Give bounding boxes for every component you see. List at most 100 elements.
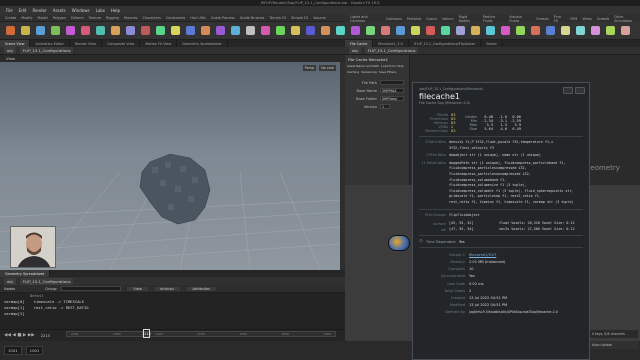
shelf-tab[interactable]: Terrain FX xyxy=(269,16,286,20)
auto-update-menu[interactable]: Auto Update xyxy=(590,341,638,349)
shelf-tool-icon[interactable] xyxy=(126,26,135,35)
sheet-path-file[interactable]: FLIP_15.1_Configurations xyxy=(19,277,74,285)
shelf-tool-icon[interactable] xyxy=(261,26,270,35)
shelf-tab[interactable]: Simple FX xyxy=(291,16,308,20)
file-path-field[interactable] xyxy=(380,80,404,85)
menu-render[interactable]: Render xyxy=(32,8,46,13)
shelf-tool-icon[interactable] xyxy=(426,26,435,35)
tab-load-from-disk[interactable]: Load from Disk xyxy=(381,64,404,68)
shelf-tool-icon[interactable] xyxy=(111,26,120,35)
shelf-tab[interactable]: Create xyxy=(5,16,16,20)
right-path-node[interactable]: obj xyxy=(349,47,361,54)
shelf-tool-icon[interactable] xyxy=(486,26,495,35)
shelf-tab[interactable]: Collisions xyxy=(386,17,402,21)
version-field[interactable]: 1 xyxy=(380,104,390,109)
shelf-tool-icon[interactable] xyxy=(621,26,630,35)
shelf-tool-icon[interactable] xyxy=(66,26,75,35)
right-path-file[interactable]: FLIP_15.1_Configurations xyxy=(364,47,419,54)
shelf-tab[interactable]: Vellum xyxy=(442,17,453,21)
tab-flip-solver[interactable]: /FLIP_15.1_Configurations/FlipSolver xyxy=(409,40,482,47)
view-menu[interactable]: View xyxy=(127,286,148,291)
shelf-tool-icon[interactable] xyxy=(186,26,195,35)
tab-composite-view[interactable]: Composite View xyxy=(102,40,141,47)
sheet-path-node[interactable]: obj xyxy=(4,277,16,285)
tab-geometry-spreadsheet[interactable]: Geometry Spreadsheet xyxy=(177,40,228,47)
range-start-field[interactable]: 1001 xyxy=(4,346,22,355)
shelf-tab[interactable]: Constraints xyxy=(166,16,185,20)
shelf-tool-icon[interactable] xyxy=(516,26,525,35)
filecache-node[interactable] xyxy=(388,235,410,251)
shelf-tool-icon[interactable] xyxy=(381,26,390,35)
tab-solver[interactable]: Solver xyxy=(481,40,503,47)
shelf-tab[interactable]: Model xyxy=(38,16,48,20)
range-end-field[interactable]: 1001 xyxy=(25,346,44,355)
shelf-tab[interactable]: Muscles xyxy=(124,16,138,20)
tab-spreadsheet[interactable]: Geometry Spreadsheet xyxy=(0,270,51,277)
menu-edit[interactable]: Edit xyxy=(19,8,27,13)
shelf-tool-icon[interactable] xyxy=(411,26,420,35)
timeline-cursor[interactable]: 2215 xyxy=(142,329,151,338)
shelf-tool-icon[interactable] xyxy=(501,26,510,35)
menu-labs[interactable]: Labs xyxy=(96,8,105,13)
tab-motion-fx-view[interactable]: Motion FX View xyxy=(140,40,178,47)
shelf-tab[interactable]: Modify xyxy=(21,16,32,20)
shelf-tool-icon[interactable] xyxy=(291,26,300,35)
shelf-tab[interactable]: FEM xyxy=(570,17,577,21)
attributes-menu[interactable]: Attributes xyxy=(186,286,217,291)
path-node[interactable]: obj xyxy=(4,47,16,54)
shelf-tool-icon[interactable] xyxy=(336,26,345,35)
shelf-tab[interactable]: Grains xyxy=(426,17,437,21)
shelf-tool-icon[interactable] xyxy=(201,26,210,35)
tab-asset-name[interactable]: Asset Name and Path xyxy=(347,64,379,68)
path-file[interactable]: FLIP_15.1_Configurations xyxy=(19,47,74,54)
base-name-field[interactable]: SHIPMAX xyxy=(380,88,404,93)
shelf-tool-icon[interactable] xyxy=(546,26,555,35)
shelf-tool-icon[interactable] xyxy=(81,26,90,35)
shelf-tab[interactable]: Guide Process xyxy=(211,16,235,20)
shelf-tool-icon[interactable] xyxy=(396,26,405,35)
shelf-tool-icon[interactable] xyxy=(141,26,150,35)
shelf-tool-icon[interactable] xyxy=(366,26,375,35)
shelf-tool-icon[interactable] xyxy=(306,26,315,35)
shelf-tab[interactable]: Oceans xyxy=(536,17,549,21)
shelf-tab[interactable]: Hair Utils xyxy=(190,16,206,20)
shelf-tool-icon[interactable] xyxy=(171,26,180,35)
shelf-tool-icon[interactable] xyxy=(321,26,330,35)
timeline-scrub-bar[interactable]: 1001 1050 1100 1150 1200 1250 1300 xyxy=(66,331,336,337)
shelf-tool-icon[interactable] xyxy=(576,26,585,35)
shelf-tool-icon[interactable] xyxy=(471,26,480,35)
menu-windows[interactable]: Windows xyxy=(72,8,90,13)
shelf-tool-icon[interactable] xyxy=(96,26,105,35)
shelf-tab[interactable]: Volume xyxy=(313,16,326,20)
output-link[interactable]: filecache1/OUT xyxy=(469,253,496,257)
shelf-tool-icon[interactable] xyxy=(351,26,360,35)
shelf-tool-icon[interactable] xyxy=(6,26,15,35)
shelf-tool-icon[interactable] xyxy=(531,26,540,35)
tab-versioning[interactable]: Versioning xyxy=(361,70,377,74)
copy-icon[interactable] xyxy=(563,87,573,94)
shelf-tool-icon[interactable] xyxy=(36,26,45,35)
tab-save-filters[interactable]: Save Filters xyxy=(379,70,396,74)
pin-icon[interactable] xyxy=(575,87,585,94)
shelf-tool-icon[interactable] xyxy=(591,26,600,35)
base-folder-field[interactable]: $HIP/geo/ xyxy=(380,96,404,101)
shelf-tool-icon[interactable] xyxy=(456,26,465,35)
menu-assets[interactable]: Assets xyxy=(53,8,66,13)
intrinsic-menu[interactable]: Intrinsic xyxy=(153,286,181,291)
shelf-tab[interactable]: Particles xyxy=(407,17,421,21)
tab-caching[interactable]: Caching xyxy=(347,70,359,74)
shelf-tab[interactable]: Texture xyxy=(89,16,101,20)
tab-filecache-version[interactable]: filecache1_2.0 xyxy=(373,40,409,47)
shelf-tab[interactable]: Crowds xyxy=(597,17,609,21)
shelf-tab[interactable]: Polygon xyxy=(53,16,66,20)
group-field[interactable] xyxy=(61,286,122,291)
shelf-tool-icon[interactable] xyxy=(231,26,240,35)
shelf-tool-icon[interactable] xyxy=(276,26,285,35)
shelf-tool-icon[interactable] xyxy=(156,26,165,35)
tab-render-view[interactable]: Render View xyxy=(70,40,103,47)
shelf-tool-icon[interactable] xyxy=(606,26,615,35)
shelf-tool-icon[interactable] xyxy=(51,26,60,35)
shelf-tool-icon[interactable] xyxy=(21,26,30,35)
menu-help[interactable]: Help xyxy=(111,8,120,13)
shelf-tool-icon[interactable] xyxy=(246,26,255,35)
